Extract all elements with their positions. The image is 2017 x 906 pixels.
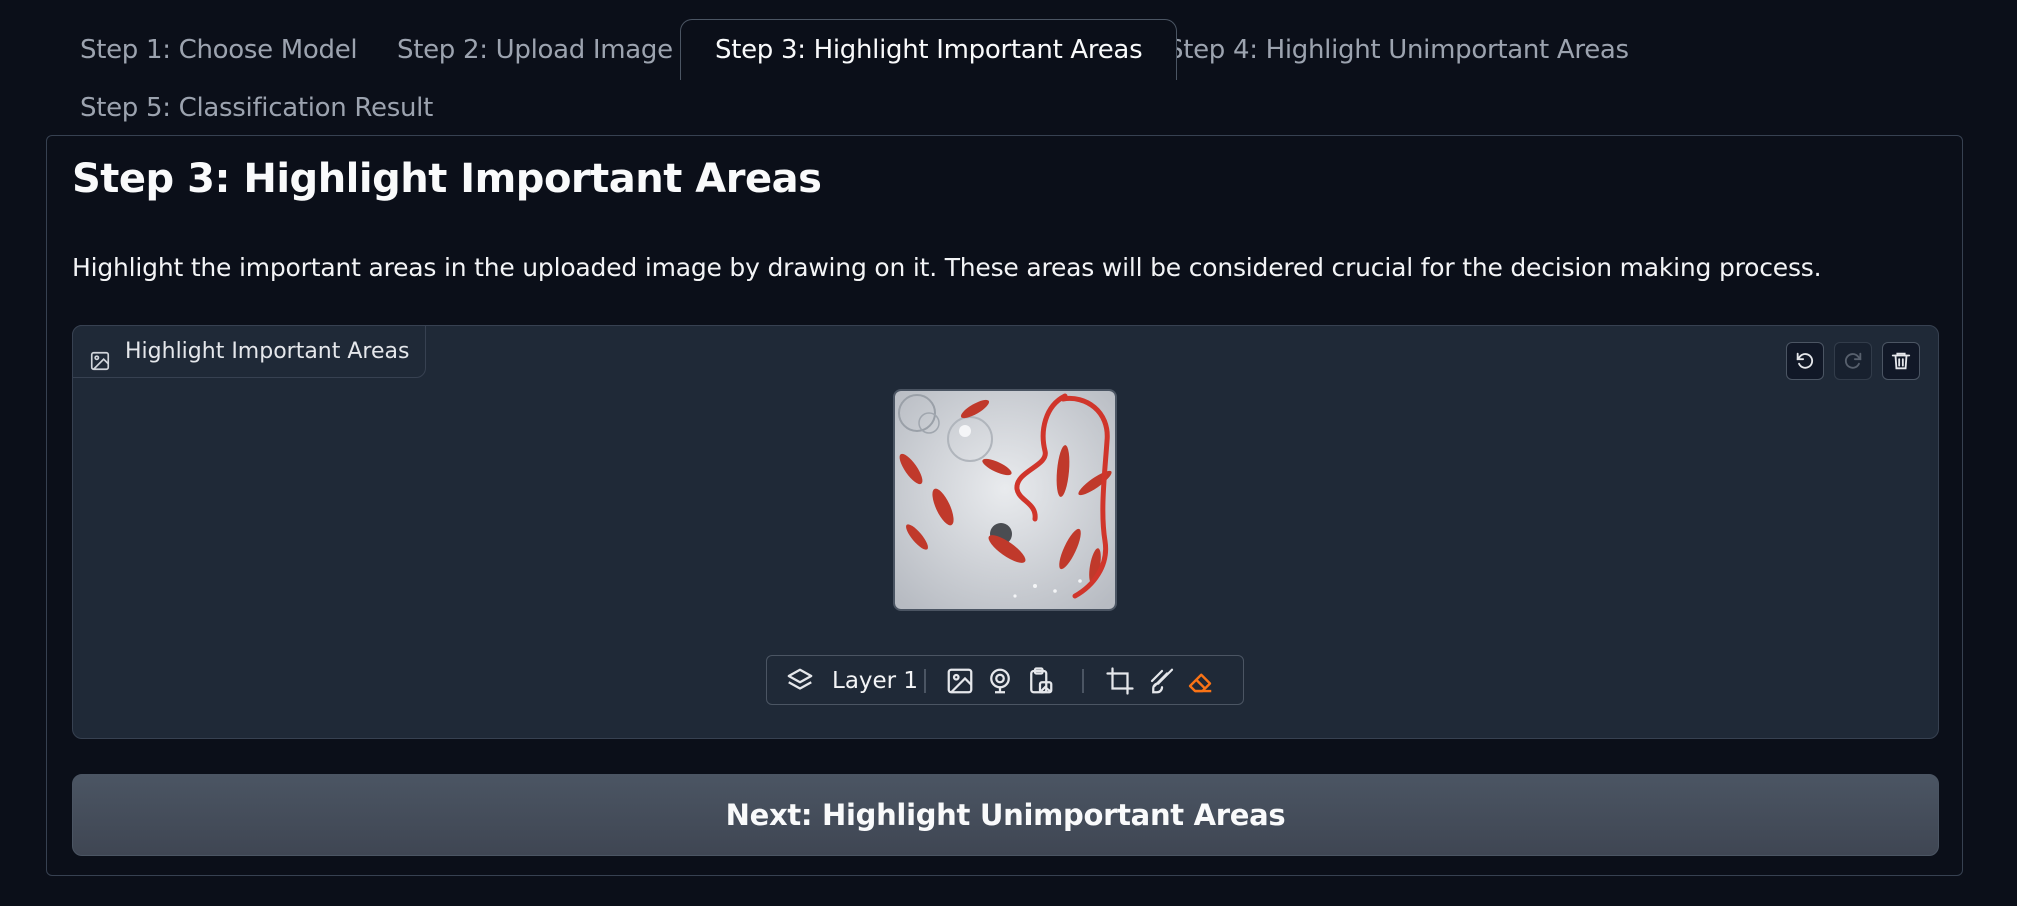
tab-choose-model[interactable]: Step 1: Choose Model: [46, 20, 391, 80]
webcam-icon[interactable]: [985, 666, 1015, 700]
clear-button[interactable]: [1882, 342, 1920, 380]
step-description: Highlight the important areas in the upl…: [72, 253, 1822, 282]
editor-label: Highlight Important Areas: [72, 325, 427, 378]
page-title: Step 3: Highlight Important Areas: [72, 156, 822, 202]
toolbar-divider: [924, 669, 926, 693]
redo-button[interactable]: [1834, 342, 1872, 380]
goldfish-photo: [895, 391, 1115, 609]
tab-highlight-unimportant[interactable]: Step 4: Highlight Unimportant Areas: [1133, 20, 1663, 80]
editor-label-text: Highlight Important Areas: [125, 339, 410, 364]
brush-icon[interactable]: [1147, 666, 1177, 700]
drawing-canvas[interactable]: [893, 389, 1117, 611]
image-icon: [89, 340, 111, 391]
crop-icon[interactable]: [1105, 666, 1135, 700]
eraser-icon[interactable]: [1185, 666, 1215, 700]
editor-toolbar: Layer 1: [766, 655, 1244, 705]
layers-icon[interactable]: [785, 666, 815, 700]
image-upload-icon[interactable]: [945, 666, 975, 700]
step-panel: Step 3: Highlight Important Areas Highli…: [46, 135, 1963, 876]
layer-selector[interactable]: Layer 1: [832, 656, 918, 706]
toolbar-divider: [1082, 669, 1084, 693]
trash-icon: [1891, 352, 1911, 370]
undo-icon: [1796, 352, 1814, 369]
tab-upload-image[interactable]: Step 2: Upload Image: [363, 20, 707, 80]
tab-classification-result[interactable]: Step 5: Classification Result: [46, 78, 467, 138]
redo-icon: [1844, 352, 1862, 369]
image-editor: Highlight Important Areas Layer 1: [72, 325, 1939, 739]
clipboard-paste-icon[interactable]: [1025, 666, 1055, 700]
tab-highlight-important[interactable]: Step 3: Highlight Important Areas: [680, 19, 1178, 80]
next-button[interactable]: Next: Highlight Unimportant Areas: [72, 774, 1939, 856]
undo-button[interactable]: [1786, 342, 1824, 380]
